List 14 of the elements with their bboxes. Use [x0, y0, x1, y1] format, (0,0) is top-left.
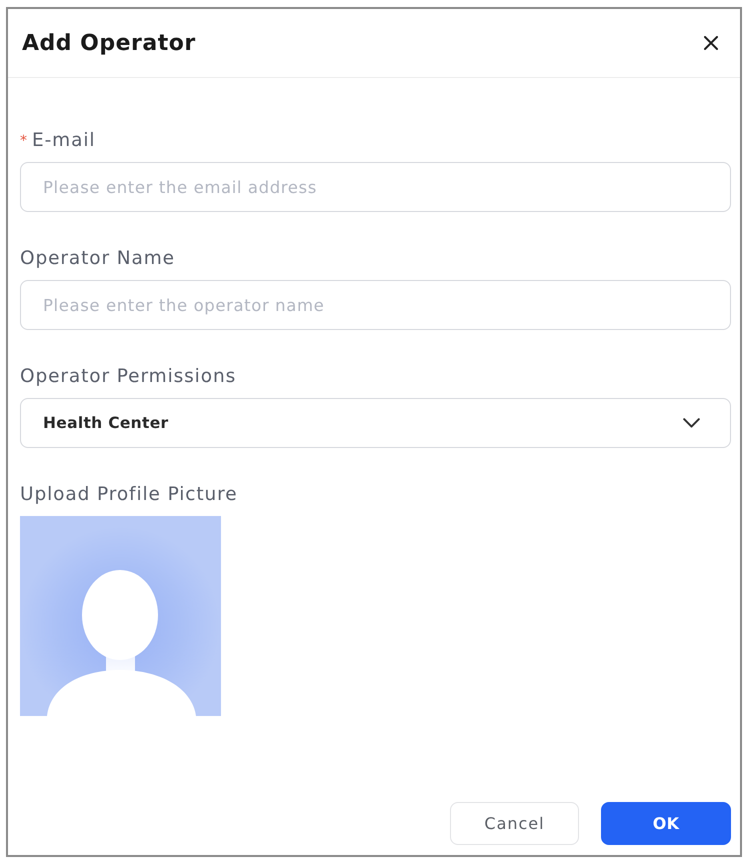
dialog-title: Add Operator [22, 30, 196, 56]
close-icon [704, 36, 718, 50]
field-label: Operator Name [20, 248, 175, 270]
chevron-down-icon [683, 418, 700, 428]
field-label: E-mail [32, 130, 96, 152]
cancel-button[interactable]: Cancel [450, 802, 579, 845]
input-field[interactable]: Please enter the operator name [20, 280, 731, 330]
input-field[interactable]: Please enter the email address [20, 162, 731, 212]
close-button[interactable] [704, 36, 718, 50]
required-mark: * [20, 132, 27, 151]
dropdown-field[interactable]: Health Center [20, 398, 731, 448]
ok-button[interactable]: OK [601, 802, 731, 845]
field-label: Operator Permissions [20, 366, 236, 388]
field-label: Upload Profile Picture [20, 484, 238, 506]
